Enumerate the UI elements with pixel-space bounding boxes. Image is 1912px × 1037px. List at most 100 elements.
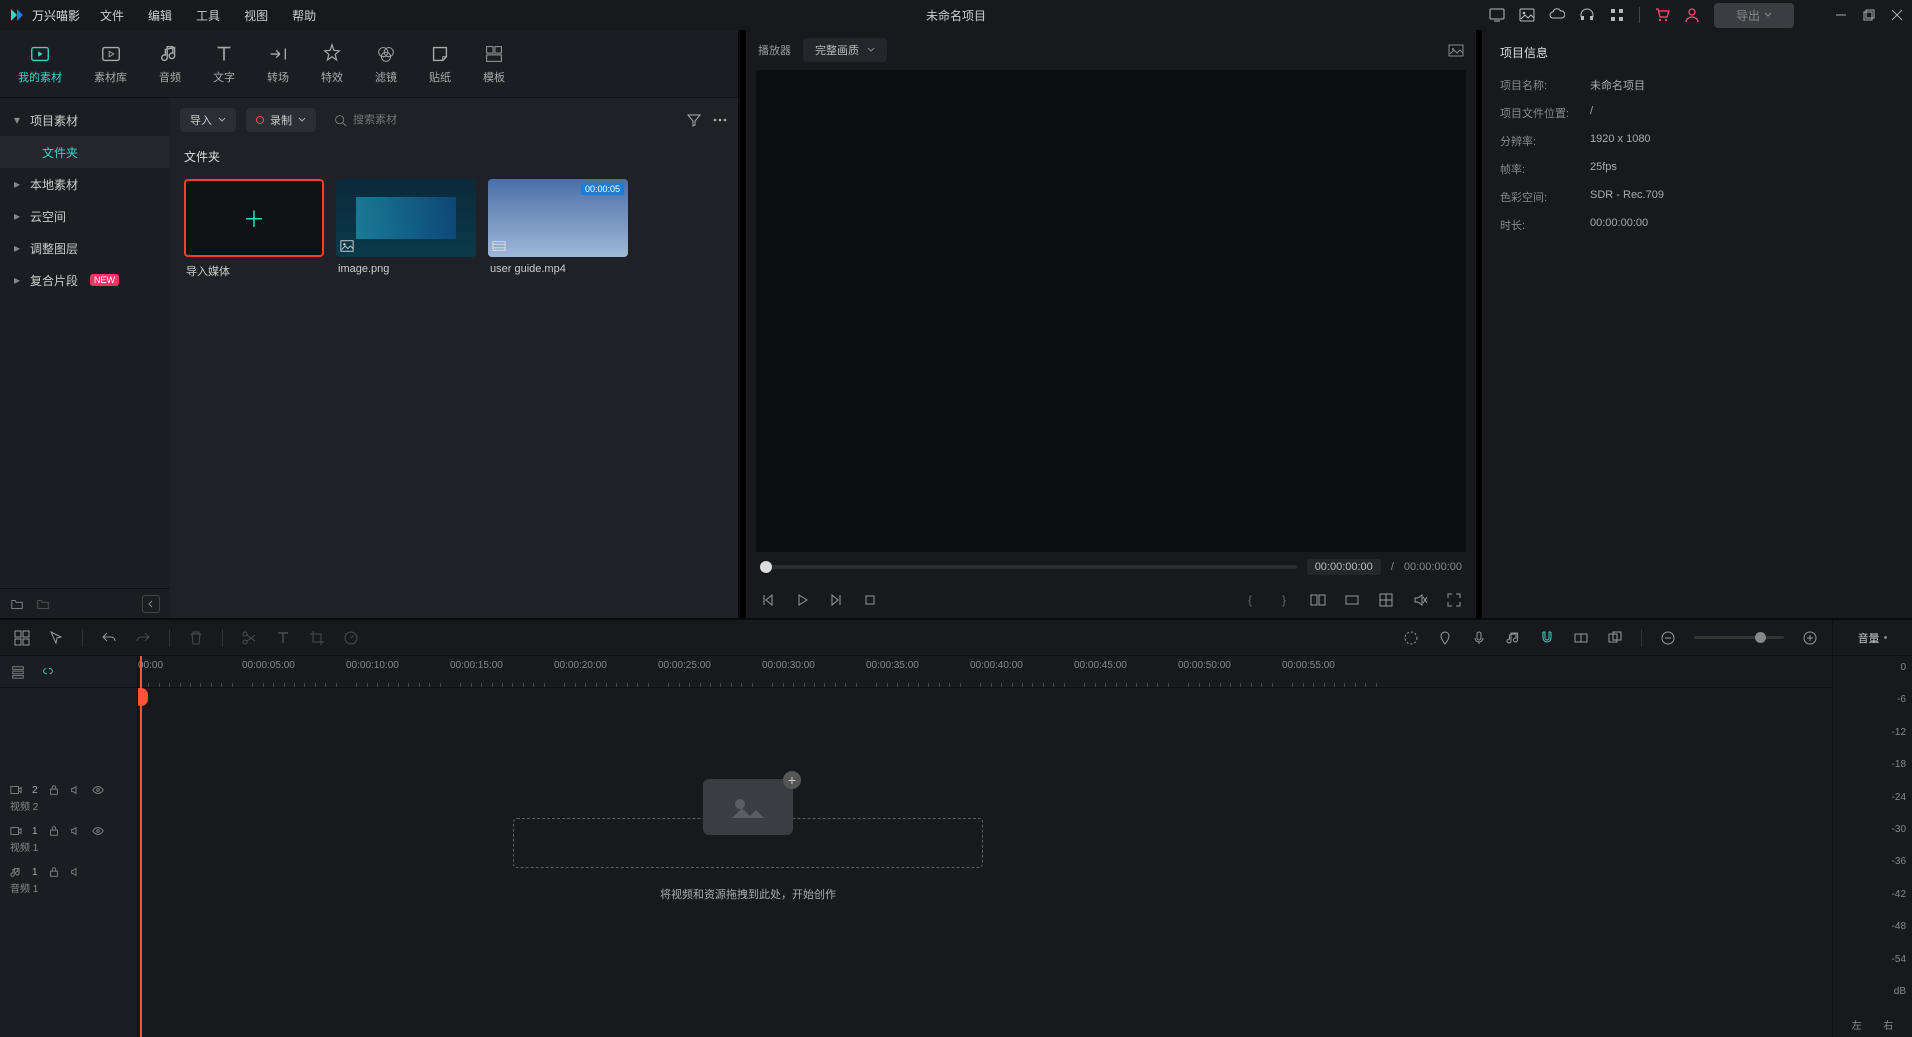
delete-icon[interactable] <box>188 630 204 646</box>
layout-icon[interactable] <box>14 630 30 646</box>
stop-icon[interactable] <box>862 592 878 608</box>
zoom-in-icon[interactable] <box>1802 630 1818 646</box>
tree-project-media[interactable]: ▾项目素材 <box>0 104 170 136</box>
record-dropdown[interactable]: 录制 <box>246 108 316 132</box>
tab-transition[interactable]: 转场 <box>267 43 289 85</box>
linktrack-icon[interactable] <box>40 664 56 680</box>
menu-help[interactable]: 帮助 <box>292 7 316 24</box>
apps-icon[interactable] <box>1609 7 1625 23</box>
link-icon[interactable] <box>1573 630 1589 646</box>
user-icon[interactable] <box>1684 7 1700 23</box>
quality-select[interactable]: 完整画质 <box>803 38 887 62</box>
menu-tools[interactable]: 工具 <box>196 7 220 24</box>
lock-icon[interactable] <box>48 825 60 837</box>
scrub-knob[interactable] <box>760 561 772 573</box>
image-icon[interactable] <box>1519 7 1535 23</box>
tracks-icon[interactable] <box>10 664 26 680</box>
playhead[interactable] <box>140 656 142 1037</box>
redo-icon[interactable] <box>135 630 151 646</box>
text-tool-icon[interactable] <box>275 630 291 646</box>
thumb-import[interactable]: ＋ 导入媒体 <box>184 179 324 279</box>
thumb-video[interactable]: 00:00:05 user guide.mp4 <box>488 179 628 279</box>
tab-effects[interactable]: 特效 <box>321 43 343 85</box>
speed-icon[interactable] <box>343 630 359 646</box>
menu-file[interactable]: 文件 <box>100 7 124 24</box>
zoom-knob[interactable] <box>1755 632 1766 643</box>
new-folder2-icon[interactable] <box>36 597 50 611</box>
mute-icon[interactable] <box>1412 592 1428 608</box>
import-dropdown[interactable]: 导入 <box>180 108 236 132</box>
zoom-out-icon[interactable] <box>1660 630 1676 646</box>
tracks-area[interactable]: 00:0000:00:05:0000:00:10:0000:00:15:0000… <box>138 656 1832 1037</box>
collapse-sidebar-button[interactable] <box>142 595 160 613</box>
tab-stock[interactable]: 素材库 <box>94 43 127 85</box>
preview-stage[interactable] <box>756 70 1466 552</box>
zoom-slider[interactable] <box>1694 636 1784 639</box>
mic-icon[interactable] <box>1471 630 1487 646</box>
snapshot-icon[interactable] <box>1448 42 1464 58</box>
search-input[interactable] <box>353 114 473 126</box>
brace-right-icon[interactable]: } <box>1276 592 1292 608</box>
tab-stickers[interactable]: 贴纸 <box>429 43 451 85</box>
cloud-icon[interactable] <box>1549 7 1565 23</box>
ratio-icon[interactable] <box>1344 592 1360 608</box>
timeline-ruler[interactable]: 00:0000:00:05:0000:00:10:0000:00:15:0000… <box>138 656 1832 688</box>
crop-icon[interactable] <box>309 630 325 646</box>
cart-icon[interactable] <box>1654 7 1670 23</box>
filter-icon[interactable] <box>686 112 702 128</box>
maximize-button[interactable] <box>1862 8 1876 22</box>
close-button[interactable] <box>1890 8 1904 22</box>
track-head-video1[interactable]: 1 视频 1 <box>0 819 137 860</box>
minimize-button[interactable] <box>1834 8 1848 22</box>
dropzone[interactable]: + 将视频和资源拖拽到此处，开始创作 <box>448 818 1048 902</box>
next-frame-icon[interactable] <box>828 592 844 608</box>
new-folder-icon[interactable] <box>10 597 24 611</box>
thumb-preview[interactable] <box>336 179 476 257</box>
compare-icon[interactable] <box>1310 592 1326 608</box>
brace-left-icon[interactable]: { <box>1242 592 1258 608</box>
headphones-icon[interactable] <box>1579 7 1595 23</box>
tree-adjustment[interactable]: ▸调整图层 <box>0 232 170 264</box>
tab-templates[interactable]: 模板 <box>483 43 505 85</box>
more-icon[interactable] <box>712 112 728 128</box>
play-icon[interactable] <box>794 592 810 608</box>
tab-audio[interactable]: 音频 <box>159 43 181 85</box>
mute-track-icon[interactable] <box>70 825 82 837</box>
eye-icon[interactable] <box>92 825 104 837</box>
auto-icon[interactable] <box>1403 630 1419 646</box>
tree-compound[interactable]: ▸复合片段NEW <box>0 264 170 296</box>
tab-my-media[interactable]: 我的素材 <box>18 43 62 85</box>
lock-icon[interactable] <box>48 866 60 878</box>
lock-icon[interactable] <box>48 784 60 796</box>
scrub-slider[interactable] <box>760 565 1297 569</box>
split-icon[interactable] <box>241 630 257 646</box>
prev-frame-icon[interactable] <box>760 592 776 608</box>
thumb-preview[interactable]: 00:00:05 <box>488 179 628 257</box>
export-button[interactable]: 导出 <box>1714 3 1794 28</box>
eye-icon[interactable] <box>92 784 104 796</box>
menu-edit[interactable]: 编辑 <box>148 7 172 24</box>
menu-view[interactable]: 视图 <box>244 7 268 24</box>
undo-icon[interactable] <box>101 630 117 646</box>
import-box[interactable]: ＋ <box>184 179 324 257</box>
marker-icon[interactable] <box>1437 630 1453 646</box>
timecode-current[interactable]: 00:00:00:00 <box>1307 559 1381 575</box>
track-head-video2[interactable]: 2 视频 2 <box>0 778 137 819</box>
tree-folder[interactable]: 文件夹 <box>0 136 170 168</box>
tree-local[interactable]: ▸本地素材 <box>0 168 170 200</box>
fullscreen-icon[interactable] <box>1446 592 1462 608</box>
music-icon[interactable] <box>1505 630 1521 646</box>
grid-icon[interactable] <box>1378 592 1394 608</box>
dropzone-rect[interactable]: + <box>513 818 983 868</box>
magnet-icon[interactable] <box>1539 630 1555 646</box>
overlap-icon[interactable] <box>1607 630 1623 646</box>
display-icon[interactable] <box>1489 7 1505 23</box>
tab-text[interactable]: 文字 <box>213 43 235 85</box>
track-head-audio1[interactable]: 1 音频 1 <box>0 860 137 901</box>
thumb-image[interactable]: image.png <box>336 179 476 279</box>
mute-track-icon[interactable] <box>70 784 82 796</box>
cursor-icon[interactable] <box>48 630 64 646</box>
tab-filters[interactable]: 滤镜 <box>375 43 397 85</box>
tree-cloud[interactable]: ▸云空间 <box>0 200 170 232</box>
mute-track-icon[interactable] <box>70 866 82 878</box>
